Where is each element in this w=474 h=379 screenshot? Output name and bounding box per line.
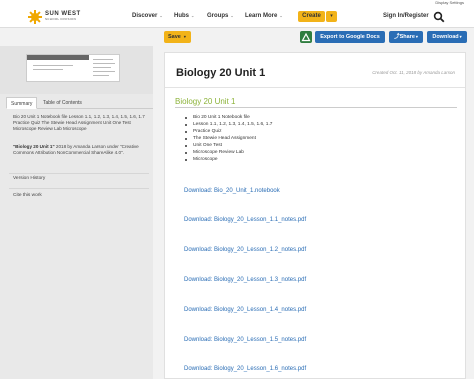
document-thumbnail[interactable] (26, 54, 120, 82)
list-item: Microscope (184, 156, 272, 163)
file-link[interactable]: Biology_20_Lesson_1.5_notes.pdf (214, 337, 306, 343)
download-row: Download: Biology_20_Lesson_1.5_notes.pd… (184, 337, 306, 343)
license-title: "Biology 20 Unit 1" (13, 144, 55, 149)
nav-discover[interactable]: Discover ⌄ (132, 13, 163, 19)
chevron-down-icon: ⌄ (159, 13, 163, 18)
divider (9, 173, 149, 174)
version-history-link[interactable]: Version History (13, 176, 45, 181)
create-dropdown-button[interactable]: ▾ (326, 11, 337, 22)
preview-area (0, 46, 153, 94)
list-item: Microscope Review Lab (184, 149, 272, 156)
document-toolbar: Save ▾ Export to Google Docs ⤴Share▾ Down… (0, 28, 474, 46)
document-panel: Biology 20 Unit 1 Created Oct. 11, 2018 … (164, 52, 466, 379)
chevron-down-icon: ▾ (330, 13, 333, 19)
cite-link[interactable]: Cite this work (13, 193, 42, 198)
section-heading: Biology 20 Unit 1 (175, 97, 236, 106)
download-row: Download: Bio_20_Unit_1.notebook (184, 188, 280, 194)
list-item: Unit One Test (184, 142, 272, 149)
chevron-down-icon: ⌄ (279, 13, 283, 18)
download-label: Download: (184, 307, 213, 313)
save-button[interactable]: Save ▾ (164, 31, 191, 43)
chevron-down-icon: ▾ (459, 34, 462, 39)
file-link[interactable]: Biology_20_Lesson_1.6_notes.pdf (214, 366, 306, 372)
divider (165, 87, 465, 88)
download-label: Download: (184, 188, 213, 194)
download-row: Download: Biology_20_Lesson_1.2_notes.pd… (184, 247, 306, 253)
page-title: Biology 20 Unit 1 (176, 67, 266, 79)
list-item: Lesson 1.1, 1.2, 1.3, 1.4, 1.5, 1.6, 1.7 (184, 121, 272, 128)
list-item: Bio 20 Unit 1 Notebook file (184, 114, 272, 121)
file-link[interactable]: Biology_20_Lesson_1.3_notes.pdf (214, 277, 306, 283)
chevron-down-icon: ⌄ (230, 13, 234, 18)
main-nav: SUN WEST SCHOOL DIVISION Discover ⌄ Hubs ⌄… (0, 6, 474, 28)
logo-subtitle: SCHOOL DIVISION (45, 17, 77, 21)
download-label: Download: (184, 217, 213, 223)
download-row: Download: Biology_20_Lesson_1.3_notes.pd… (184, 277, 306, 283)
list-item: Practice Quiz (184, 128, 272, 135)
google-drive-icon (301, 32, 311, 42)
download-row: Download: Biology_20_Lesson_1.4_notes.pd… (184, 307, 306, 313)
sidebar: Summary Table of Contents Bio 20 Unit 1 … (0, 46, 153, 379)
contents-list: Bio 20 Unit 1 Notebook file Lesson 1.1, … (184, 114, 272, 163)
download-label: Download: (184, 337, 213, 343)
chevron-down-icon: ▾ (183, 34, 186, 39)
download-button[interactable]: Download▾ (427, 31, 467, 43)
sun-west-logo[interactable]: SUN WEST SCHOOL DIVISION (28, 10, 81, 24)
nav-hubs[interactable]: Hubs ⌄ (174, 13, 194, 19)
file-link[interactable]: Biology_20_Lesson_1.2_notes.pdf (214, 247, 306, 253)
google-drive-button[interactable] (300, 31, 312, 43)
download-label: Download: (184, 277, 213, 283)
share-button[interactable]: ⤴Share▾ (389, 31, 423, 43)
file-link[interactable]: Biology_20_Lesson_1.4_notes.pdf (214, 307, 306, 313)
nav-groups[interactable]: Groups ⌄ (207, 13, 234, 19)
file-link[interactable]: Biology_20_Lesson_1.1_notes.pdf (214, 217, 306, 223)
signin-link[interactable]: Sign In/Register (383, 13, 429, 19)
search-icon[interactable] (433, 11, 445, 23)
chevron-down-icon: ⌄ (191, 13, 195, 18)
create-button[interactable]: Create (298, 11, 325, 22)
list-item: The Stewie Head Assignment (184, 135, 272, 142)
nav-learn-more[interactable]: Learn More ⌄ (245, 13, 283, 19)
file-link[interactable]: Bio_20_Unit_1.notebook (214, 188, 280, 194)
tab-summary[interactable]: Summary (6, 97, 38, 109)
export-google-docs-button[interactable]: Export to Google Docs (315, 31, 385, 43)
sun-icon (28, 10, 42, 24)
download-row: Download: Biology_20_Lesson_1.6_notes.pd… (184, 366, 306, 372)
download-label: Download: (184, 247, 213, 253)
chevron-down-icon: ▾ (415, 34, 418, 39)
tab-table-of-contents[interactable]: Table of Contents (39, 97, 86, 109)
license-text: "Biology 20 Unit 1" 2018 by Amanda Larso… (13, 144, 145, 156)
divider (9, 188, 149, 189)
summary-text: Bio 20 Unit 1 Notebook file Lesson 1.1, … (13, 114, 145, 131)
divider (175, 107, 457, 108)
download-row: Download: Biology_20_Lesson_1.1_notes.pd… (184, 217, 306, 223)
sidebar-tabs: Summary Table of Contents (6, 97, 153, 109)
download-label: Download: (184, 366, 213, 372)
created-meta: Created Oct. 11, 2018 by Amanda Larson (372, 70, 455, 75)
